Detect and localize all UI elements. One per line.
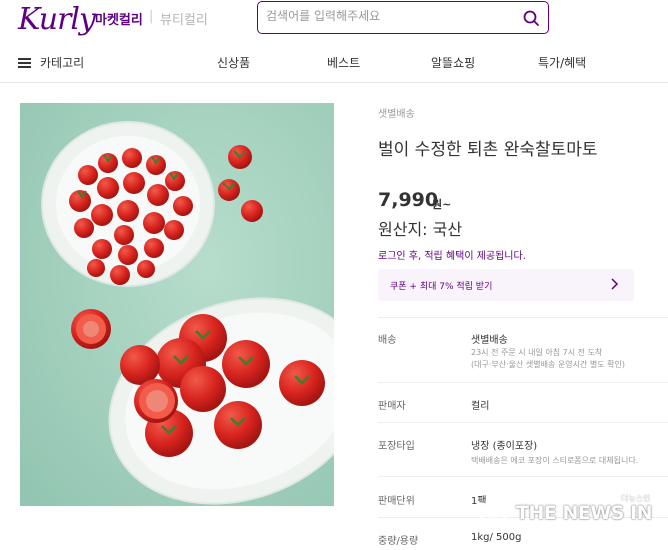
- seller-label: 판매자: [378, 401, 406, 412]
- menu-special-offers[interactable]: 특가/혜택: [538, 54, 586, 71]
- detail-divider: [378, 422, 668, 423]
- tab-separator: |: [149, 9, 154, 24]
- tomato-photo: [20, 103, 334, 506]
- menu-bargain[interactable]: 알뜰쇼핑: [431, 54, 475, 71]
- tab-market-kurly[interactable]: 마켓컬리: [95, 9, 143, 28]
- product-image: [20, 103, 334, 506]
- packaging-label: 포장타입: [378, 441, 415, 452]
- watermark-logo-icon: [474, 494, 512, 532]
- search-box: [257, 1, 549, 34]
- detail-divider: [378, 317, 668, 318]
- login-notice[interactable]: 로그인 후, 적립 혜택이 제공됩니다.: [378, 247, 526, 262]
- detail-divider: [378, 476, 668, 477]
- chevron-right-icon: [611, 278, 619, 290]
- menu-best[interactable]: 베스트: [327, 54, 360, 71]
- gnb-divider: [0, 82, 668, 83]
- weight-value: 1kg/ 500g: [471, 532, 522, 543]
- delivery-value: 샛별배송: [471, 335, 508, 346]
- price-unit: 원~: [432, 198, 452, 211]
- seller-value: 컬리: [471, 401, 490, 412]
- coupon-button[interactable]: 쿠폰 + 최대 7% 적립 받기: [378, 269, 634, 301]
- weight-label: 중량/용량: [378, 536, 419, 547]
- search-input[interactable]: [266, 9, 516, 23]
- delivery-type-label: 샛별배송: [378, 109, 415, 120]
- category-menu-button[interactable]: 카테고리: [18, 54, 84, 71]
- watermark-text: THE NEWS IN: [516, 502, 653, 524]
- delivery-sub-line-1: 23시 전 주문 시 내일 아침 7시 전 도착: [471, 348, 603, 357]
- kurly-logo[interactable]: Kurly: [18, 2, 96, 37]
- category-label: 카테고리: [40, 56, 85, 70]
- search-icon[interactable]: [522, 9, 540, 27]
- delivery-label: 배송: [378, 335, 397, 346]
- coupon-label: 쿠폰 + 최대 7% 적립 받기: [390, 282, 493, 292]
- delivery-sub-line-2: (대구·부산·울산 샛별배송 운영시간 별도 확인): [471, 360, 625, 369]
- tab-beauty-kurly[interactable]: 뷰티컬리: [160, 9, 208, 28]
- product-title: 벌이 수정한 퇴촌 완숙찰토마토: [378, 140, 598, 160]
- hamburger-icon: [18, 57, 31, 68]
- packaging-sub: 택배배송은 에코 포장이 스티로폼으로 대체됩니다.: [471, 456, 639, 465]
- sales-unit-label: 판매단위: [378, 496, 415, 507]
- menu-new-products[interactable]: 신상품: [217, 54, 250, 71]
- packaging-value: 냉장 (종이포장): [471, 441, 538, 452]
- detail-divider: [378, 382, 668, 383]
- product-origin: 원산지: 국산: [378, 220, 463, 239]
- watermark: THE NEWS IN: [474, 494, 653, 532]
- product-price: 7,990: [378, 189, 439, 211]
